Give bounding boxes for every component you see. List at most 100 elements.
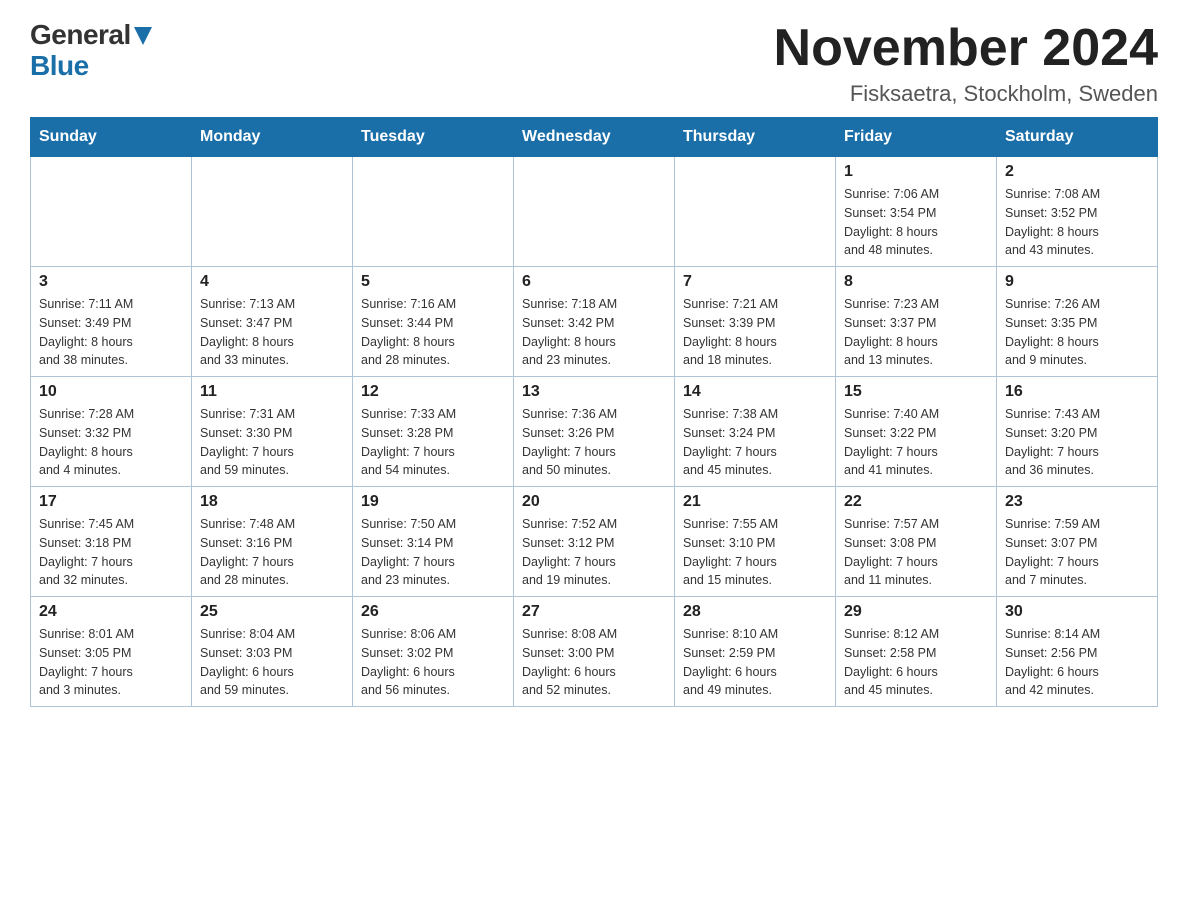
calendar-cell: 2 Sunrise: 7:08 AMSunset: 3:52 PMDaylight… <box>997 157 1158 267</box>
day-info: Sunrise: 7:33 AMSunset: 3:28 PMDaylight:… <box>361 405 505 480</box>
day-number: 2 <box>1005 163 1149 181</box>
calendar-week-row: 24 Sunrise: 8:01 AMSunset: 3:05 PMDayligh… <box>31 597 1158 707</box>
weekday-header-saturday: Saturday <box>997 118 1158 157</box>
day-info: Sunrise: 8:10 AMSunset: 2:59 PMDaylight:… <box>683 625 827 700</box>
day-info: Sunrise: 7:11 AMSunset: 3:49 PMDaylight:… <box>39 295 183 370</box>
calendar-cell: 16Sunrise: 7:43 AMSunset: 3:20 PMDayligh… <box>997 377 1158 487</box>
day-number: 26 <box>361 603 505 621</box>
calendar-cell: 11 Sunrise: 7:31 AMSunset: 3:30 PMDayligh… <box>192 377 353 487</box>
calendar-table: SundayMondayTuesdayWednesdayThursdayFrid… <box>30 117 1158 707</box>
day-info: Sunrise: 7:13 AMSunset: 3:47 PMDaylight:… <box>200 295 344 370</box>
month-title: November 2024 <box>774 20 1158 77</box>
day-info: Sunrise: 7:06 AMSunset: 3:54 PMDaylight:… <box>844 185 988 260</box>
calendar-cell: 13 Sunrise: 7:36 AMSunset: 3:26 PMDayligh… <box>514 377 675 487</box>
day-number: 4 <box>200 273 344 291</box>
calendar-cell: 30Sunrise: 8:14 AMSunset: 2:56 PMDayligh… <box>997 597 1158 707</box>
day-number: 8 <box>844 273 988 291</box>
day-number: 28 <box>683 603 827 621</box>
calendar-cell: 5Sunrise: 7:16 AMSunset: 3:44 PMDaylight… <box>353 267 514 377</box>
day-number: 24 <box>39 603 183 621</box>
day-number: 27 <box>522 603 666 621</box>
calendar-cell: 3 Sunrise: 7:11 AMSunset: 3:49 PMDaylight… <box>31 267 192 377</box>
day-number: 13 <box>522 383 666 401</box>
day-info: Sunrise: 7:43 AMSunset: 3:20 PMDaylight:… <box>1005 405 1149 480</box>
day-number: 23 <box>1005 493 1149 511</box>
day-info: Sunrise: 8:14 AMSunset: 2:56 PMDaylight:… <box>1005 625 1149 700</box>
calendar-cell: 24 Sunrise: 8:01 AMSunset: 3:05 PMDayligh… <box>31 597 192 707</box>
weekday-header-monday: Monday <box>192 118 353 157</box>
day-info: Sunrise: 7:31 AMSunset: 3:30 PMDaylight:… <box>200 405 344 480</box>
weekday-header-friday: Friday <box>836 118 997 157</box>
title-area: November 2024 Fisksaetra, Stockholm, Swe… <box>774 20 1158 107</box>
day-info: Sunrise: 8:06 AMSunset: 3:02 PMDaylight:… <box>361 625 505 700</box>
day-number: 17 <box>39 493 183 511</box>
day-number: 21 <box>683 493 827 511</box>
day-info: Sunrise: 7:50 AMSunset: 3:14 PMDaylight:… <box>361 515 505 590</box>
calendar-cell: 29 Sunrise: 8:12 AMSunset: 2:58 PMDayligh… <box>836 597 997 707</box>
logo-blue-text: Blue <box>30 51 89 82</box>
day-info: Sunrise: 8:04 AMSunset: 3:03 PMDaylight:… <box>200 625 344 700</box>
calendar-cell: 19 Sunrise: 7:50 AMSunset: 3:14 PMDayligh… <box>353 487 514 597</box>
day-info: Sunrise: 7:36 AMSunset: 3:26 PMDaylight:… <box>522 405 666 480</box>
day-info: Sunrise: 7:23 AMSunset: 3:37 PMDaylight:… <box>844 295 988 370</box>
day-number: 6 <box>522 273 666 291</box>
weekday-header-row: SundayMondayTuesdayWednesdayThursdayFrid… <box>31 118 1158 157</box>
calendar-header: SundayMondayTuesdayWednesdayThursdayFrid… <box>31 118 1158 157</box>
calendar-cell: 10Sunrise: 7:28 AMSunset: 3:32 PMDayligh… <box>31 377 192 487</box>
day-info: Sunrise: 7:26 AMSunset: 3:35 PMDaylight:… <box>1005 295 1149 370</box>
day-info: Sunrise: 8:01 AMSunset: 3:05 PMDaylight:… <box>39 625 183 700</box>
day-info: Sunrise: 7:38 AMSunset: 3:24 PMDaylight:… <box>683 405 827 480</box>
calendar-cell <box>353 157 514 267</box>
calendar-cell: 25 Sunrise: 8:04 AMSunset: 3:03 PMDayligh… <box>192 597 353 707</box>
day-number: 20 <box>522 493 666 511</box>
calendar-cell <box>675 157 836 267</box>
calendar-cell: 23Sunrise: 7:59 AMSunset: 3:07 PMDayligh… <box>997 487 1158 597</box>
day-number: 19 <box>361 493 505 511</box>
calendar-cell: 15 Sunrise: 7:40 AMSunset: 3:22 PMDayligh… <box>836 377 997 487</box>
calendar-body: 1Sunrise: 7:06 AMSunset: 3:54 PMDaylight… <box>31 157 1158 707</box>
calendar-week-row: 17 Sunrise: 7:45 AMSunset: 3:18 PMDayligh… <box>31 487 1158 597</box>
day-info: Sunrise: 8:08 AMSunset: 3:00 PMDaylight:… <box>522 625 666 700</box>
calendar-cell: 27 Sunrise: 8:08 AMSunset: 3:00 PMDayligh… <box>514 597 675 707</box>
calendar-week-row: 10Sunrise: 7:28 AMSunset: 3:32 PMDayligh… <box>31 377 1158 487</box>
logo-general-text: General <box>30 20 131 51</box>
day-number: 14 <box>683 383 827 401</box>
calendar-cell <box>192 157 353 267</box>
day-info: Sunrise: 7:21 AMSunset: 3:39 PMDaylight:… <box>683 295 827 370</box>
day-info: Sunrise: 7:28 AMSunset: 3:32 PMDaylight:… <box>39 405 183 480</box>
calendar-week-row: 1Sunrise: 7:06 AMSunset: 3:54 PMDaylight… <box>31 157 1158 267</box>
day-number: 12 <box>361 383 505 401</box>
day-number: 15 <box>844 383 988 401</box>
day-info: Sunrise: 7:40 AMSunset: 3:22 PMDaylight:… <box>844 405 988 480</box>
day-info: Sunrise: 7:08 AMSunset: 3:52 PMDaylight:… <box>1005 185 1149 260</box>
day-number: 22 <box>844 493 988 511</box>
calendar-cell: 9 Sunrise: 7:26 AMSunset: 3:35 PMDaylight… <box>997 267 1158 377</box>
day-info: Sunrise: 7:45 AMSunset: 3:18 PMDaylight:… <box>39 515 183 590</box>
weekday-header-sunday: Sunday <box>31 118 192 157</box>
day-number: 7 <box>683 273 827 291</box>
day-info: Sunrise: 8:12 AMSunset: 2:58 PMDaylight:… <box>844 625 988 700</box>
day-info: Sunrise: 7:52 AMSunset: 3:12 PMDaylight:… <box>522 515 666 590</box>
weekday-header-thursday: Thursday <box>675 118 836 157</box>
day-info: Sunrise: 7:18 AMSunset: 3:42 PMDaylight:… <box>522 295 666 370</box>
calendar-cell: 12 Sunrise: 7:33 AMSunset: 3:28 PMDayligh… <box>353 377 514 487</box>
calendar-cell: 26 Sunrise: 8:06 AMSunset: 3:02 PMDayligh… <box>353 597 514 707</box>
calendar-cell: 4 Sunrise: 7:13 AMSunset: 3:47 PMDaylight… <box>192 267 353 377</box>
day-info: Sunrise: 7:48 AMSunset: 3:16 PMDaylight:… <box>200 515 344 590</box>
day-number: 18 <box>200 493 344 511</box>
calendar-cell: 21Sunrise: 7:55 AMSunset: 3:10 PMDayligh… <box>675 487 836 597</box>
calendar-cell <box>31 157 192 267</box>
day-number: 9 <box>1005 273 1149 291</box>
calendar-cell: 7 Sunrise: 7:21 AMSunset: 3:39 PMDaylight… <box>675 267 836 377</box>
logo: General Blue <box>30 20 152 82</box>
day-number: 11 <box>200 383 344 401</box>
day-number: 25 <box>200 603 344 621</box>
calendar-week-row: 3 Sunrise: 7:11 AMSunset: 3:49 PMDaylight… <box>31 267 1158 377</box>
day-number: 29 <box>844 603 988 621</box>
calendar-cell: 17 Sunrise: 7:45 AMSunset: 3:18 PMDayligh… <box>31 487 192 597</box>
location-title: Fisksaetra, Stockholm, Sweden <box>774 81 1158 107</box>
calendar-cell: 18 Sunrise: 7:48 AMSunset: 3:16 PMDayligh… <box>192 487 353 597</box>
calendar-cell: 28 Sunrise: 8:10 AMSunset: 2:59 PMDayligh… <box>675 597 836 707</box>
day-info: Sunrise: 7:16 AMSunset: 3:44 PMDaylight:… <box>361 295 505 370</box>
day-number: 3 <box>39 273 183 291</box>
